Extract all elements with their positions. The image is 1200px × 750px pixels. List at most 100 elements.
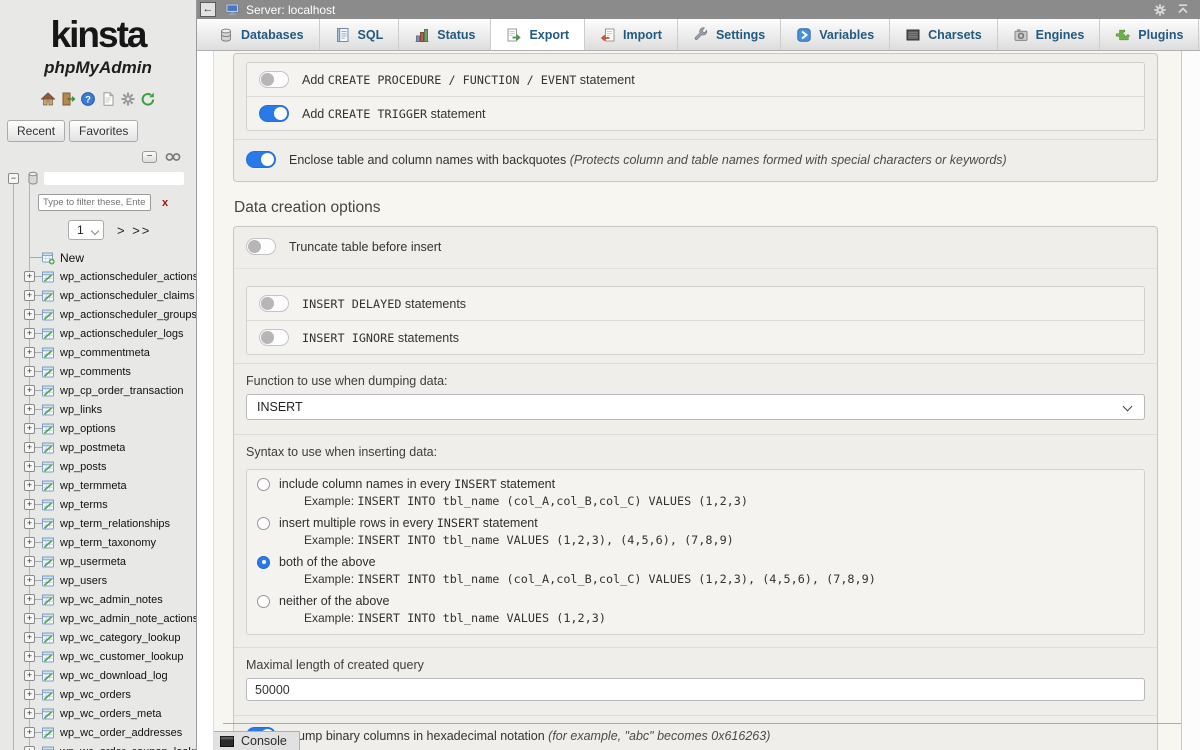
radio-button[interactable] (257, 556, 270, 569)
table-name[interactable]: wp_actionscheduler_claims (60, 290, 195, 302)
collapse-all-icon[interactable]: − (142, 151, 157, 163)
console-tab[interactable]: Console (213, 731, 300, 750)
expand-icon[interactable]: + (24, 347, 35, 358)
tab-databases[interactable]: Databases (203, 19, 320, 50)
help-icon[interactable]: ? (80, 91, 96, 107)
tab-export[interactable]: Export (491, 19, 585, 50)
table-row[interactable]: + wp_wc_admin_notes (0, 590, 196, 609)
tab-variables[interactable]: Variables (781, 19, 890, 50)
next-page-link[interactable]: > (117, 223, 127, 238)
vertical-scrollbar[interactable] (1181, 51, 1200, 750)
expand-icon[interactable]: + (24, 385, 35, 396)
table-name[interactable]: wp_wc_category_lookup (60, 632, 180, 644)
table-row[interactable]: +wp_wc_admin_note_actions (0, 609, 196, 628)
tab-status[interactable]: Status (399, 19, 491, 50)
expand-icon[interactable]: + (24, 309, 35, 320)
tab-settings[interactable]: Settings (678, 19, 781, 50)
option-row[interactable]: Add CREATE TRIGGER statement (247, 96, 1144, 130)
toggle-switch[interactable] (259, 105, 289, 122)
toggle-switch[interactable] (259, 71, 289, 88)
table-name[interactable]: wp_commentmeta (60, 347, 150, 359)
page-settings-gear-icon[interactable] (1153, 3, 1167, 17)
table-name[interactable]: wp_users (60, 575, 107, 587)
table-name[interactable]: wp_wc_customer_lookup (60, 651, 184, 663)
table-row[interactable]: +wp_term_taxonomy (0, 533, 196, 552)
expand-icon[interactable]: + (24, 556, 35, 567)
table-row[interactable]: +wp_wc_orders_meta (0, 704, 196, 723)
table-row[interactable]: + wp_wc_category_lookup (0, 628, 196, 647)
expand-icon[interactable]: + (24, 727, 35, 738)
table-name[interactable]: wp_terms (60, 499, 108, 511)
table-name[interactable]: wp_comments (60, 366, 131, 378)
table-row[interactable]: +wp_postmeta (0, 438, 196, 457)
favorites-button[interactable]: Favorites (69, 120, 138, 142)
table-name[interactable]: wp_actionscheduler_groups (60, 309, 196, 321)
table-row[interactable]: +wp_actionscheduler_actions (0, 267, 196, 286)
tab-engines[interactable]: Engines (998, 19, 1101, 50)
table-name[interactable]: wp_wc_orders (60, 689, 131, 701)
table-row[interactable]: + wp_comments (0, 362, 196, 381)
tab-charsets[interactable]: Charsets (890, 19, 998, 50)
table-name[interactable]: wp_termmeta (60, 480, 127, 492)
table-name[interactable]: wp_term_taxonomy (60, 537, 156, 549)
expand-icon[interactable]: + (24, 689, 35, 700)
collapse-top-icon[interactable] (1177, 3, 1191, 17)
radio-button[interactable] (257, 478, 270, 491)
table-row[interactable]: + wp_terms (0, 495, 196, 514)
option-row[interactable]: Enclose table and column names with back… (234, 142, 1157, 177)
table-row[interactable]: +wp_wc_order_coupon_lookup (0, 742, 196, 750)
table-row[interactable]: + wp_actionscheduler_logs (0, 324, 196, 343)
last-page-link[interactable]: >> (132, 223, 151, 238)
settings-icon[interactable] (120, 91, 136, 107)
table-name[interactable]: wp_options (60, 423, 116, 435)
expand-icon[interactable]: + (24, 594, 35, 605)
expand-icon[interactable]: + (24, 328, 35, 339)
table-name[interactable]: wp_actionscheduler_actions (60, 271, 196, 283)
table-name[interactable]: wp_wc_admin_notes (60, 594, 163, 606)
table-name[interactable]: wp_cp_order_transaction (60, 385, 184, 397)
selected-database-row[interactable] (44, 172, 184, 185)
toggle-switch[interactable] (246, 238, 276, 255)
option-row[interactable]: INSERT DELAYED statements (247, 287, 1144, 320)
expand-icon[interactable]: + (24, 404, 35, 415)
table-row[interactable]: + wp_wc_order_addresses (0, 723, 196, 742)
function-select[interactable]: INSERT (246, 394, 1145, 420)
table-name[interactable]: wp_wc_admin_note_actions (60, 613, 196, 625)
tab-plugins[interactable]: Plugins (1100, 19, 1199, 50)
expand-icon[interactable]: + (24, 442, 35, 453)
table-name[interactable]: wp_wc_order_addresses (60, 727, 182, 739)
expand-icon[interactable]: + (24, 670, 35, 681)
syntax-option[interactable]: both of the aboveExample: INSERT INTO tb… (247, 552, 1144, 591)
new-table-item[interactable]: New (0, 248, 196, 267)
expand-icon[interactable]: + (24, 423, 35, 434)
link-icon[interactable] (164, 152, 182, 163)
table-row[interactable]: +wp_term_relationships (0, 514, 196, 533)
table-row[interactable]: +wp_termmeta (0, 476, 196, 495)
expand-icon[interactable]: + (24, 651, 35, 662)
syntax-option[interactable]: neither of the aboveExample: INSERT INTO… (247, 591, 1144, 630)
signout-icon[interactable] (60, 91, 76, 107)
table-row[interactable]: +wp_links (0, 400, 196, 419)
table-row[interactable]: +wp_users (0, 571, 196, 590)
filter-clear-button[interactable]: x (162, 197, 168, 209)
docs-icon[interactable] (100, 91, 116, 107)
back-button[interactable]: ← (200, 2, 216, 17)
tab-import[interactable]: Import (585, 19, 678, 50)
expand-icon[interactable]: + (24, 499, 35, 510)
maxlen-input[interactable] (246, 678, 1145, 701)
toggle-switch[interactable] (259, 295, 289, 312)
collapse-icon[interactable]: − (8, 173, 19, 184)
table-row[interactable]: +wp_usermeta (0, 552, 196, 571)
table-row[interactable]: + wp_wc_customer_lookup (0, 647, 196, 666)
table-name[interactable]: wp_actionscheduler_logs (60, 328, 184, 340)
expand-icon[interactable]: + (24, 632, 35, 643)
tree-filter-input[interactable] (38, 194, 151, 211)
radio-button[interactable] (257, 595, 270, 608)
option-row[interactable]: Truncate table before insert (234, 229, 1157, 264)
syntax-option[interactable]: insert multiple rows in every INSERT sta… (247, 513, 1144, 552)
option-row[interactable]: Add CREATE PROCEDURE / FUNCTION / EVENT … (247, 63, 1144, 96)
table-name[interactable]: wp_wc_download_log (60, 670, 168, 682)
expand-icon[interactable]: + (24, 366, 35, 377)
table-name[interactable]: wp_wc_orders_meta (60, 708, 162, 720)
expand-icon[interactable]: + (24, 518, 35, 529)
